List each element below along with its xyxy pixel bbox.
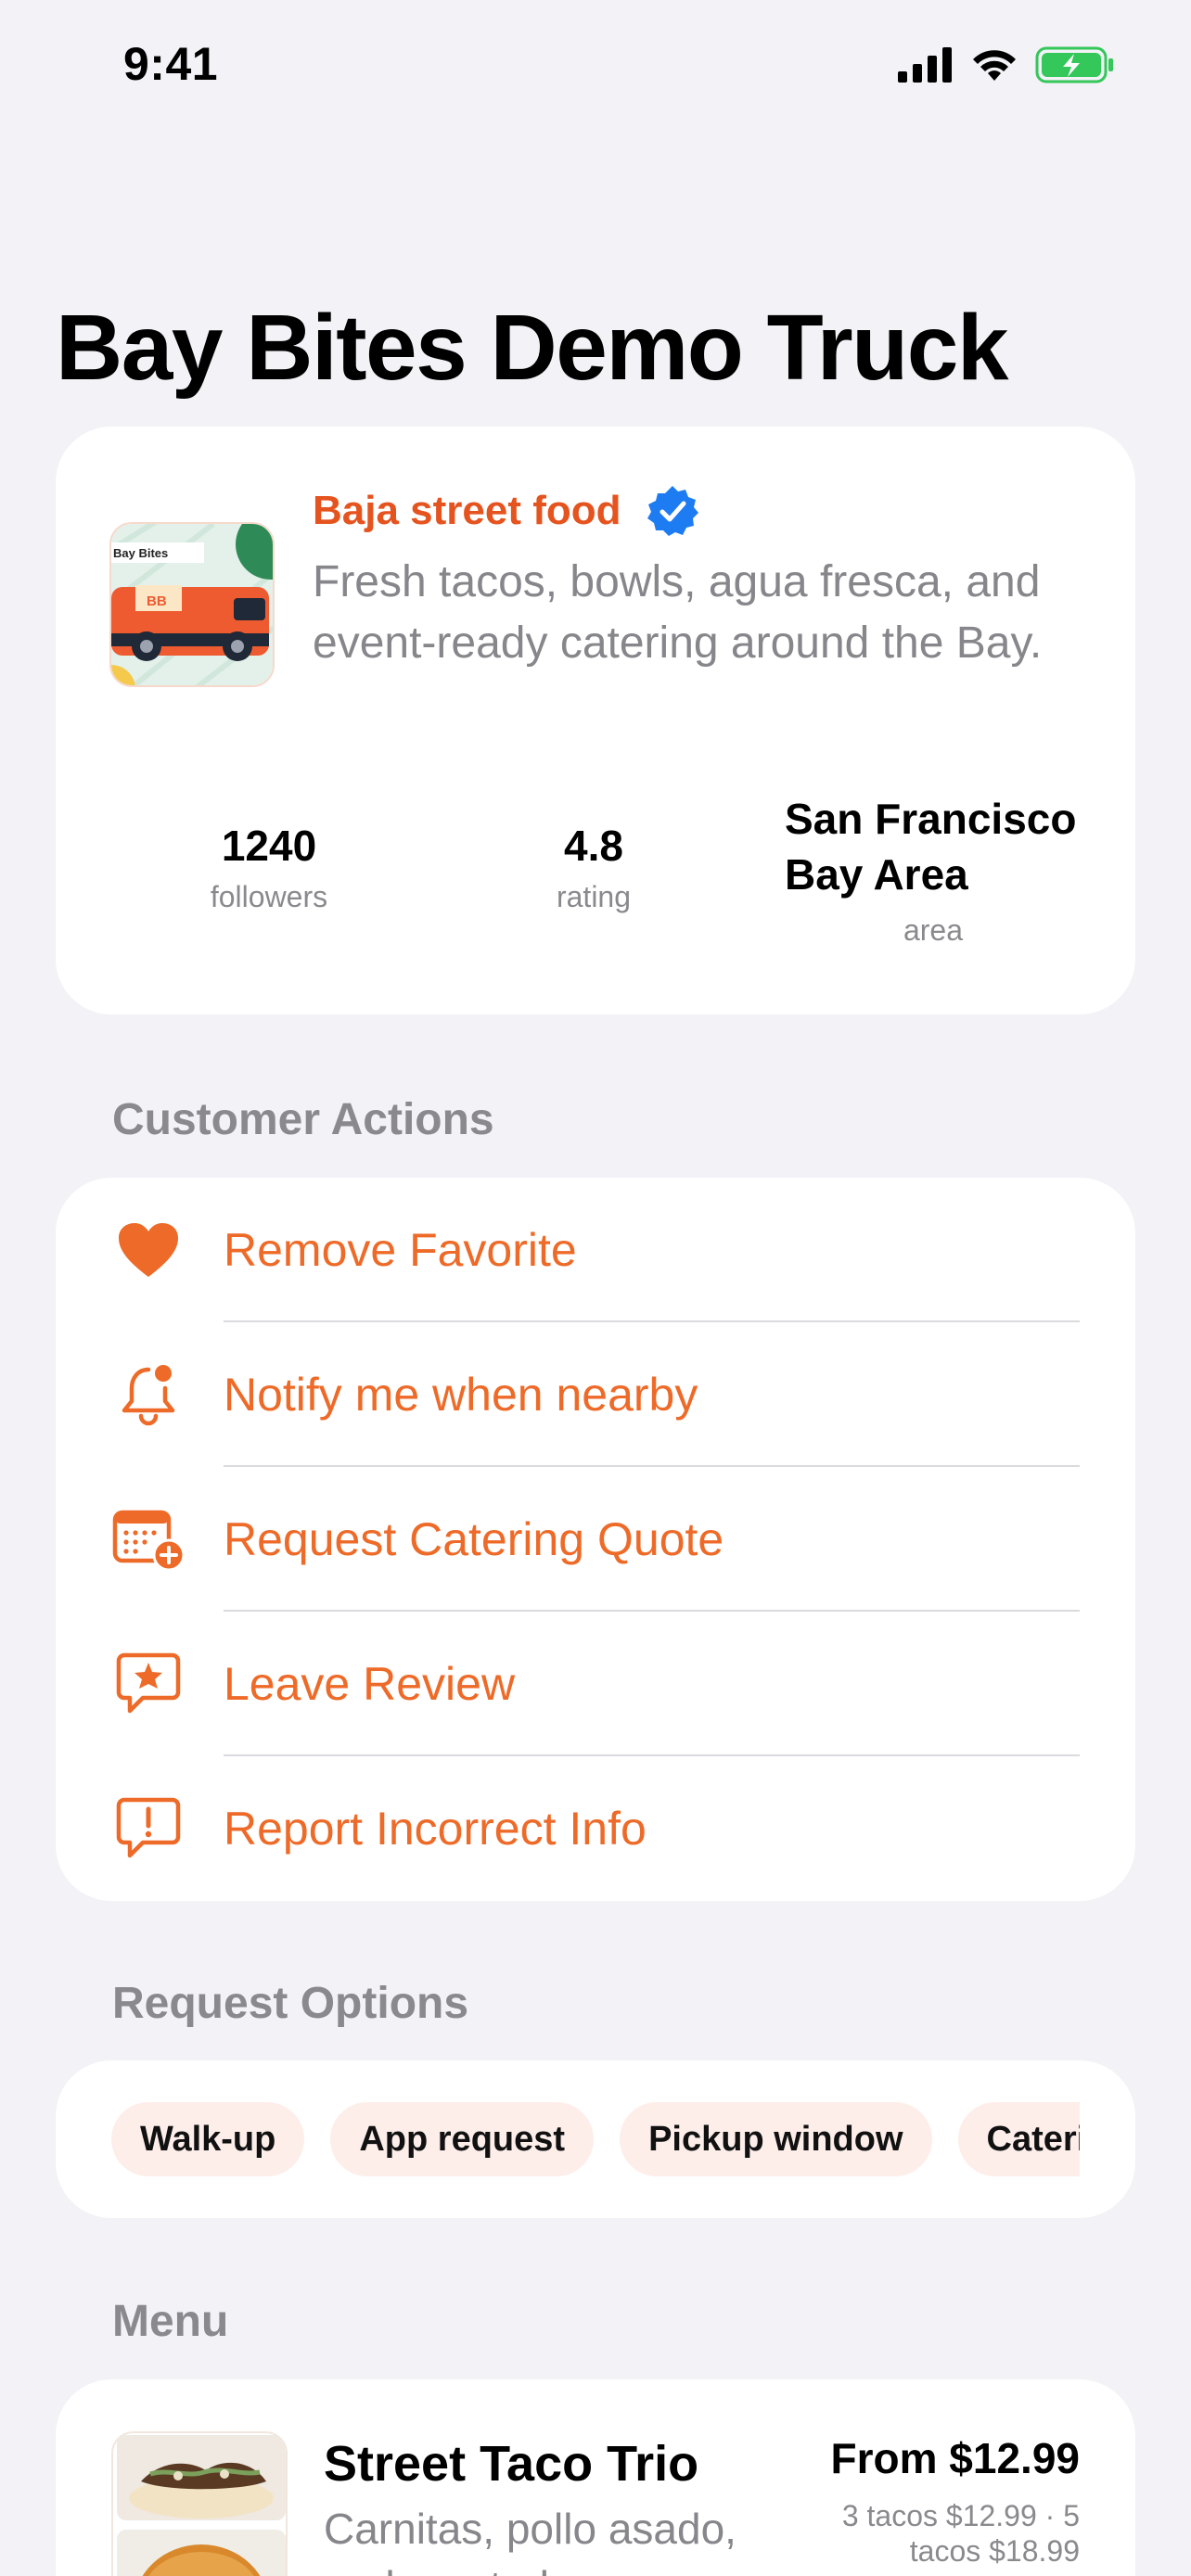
- svg-text:BB: BB: [147, 593, 167, 609]
- svg-text:Bay Bites: Bay Bites: [113, 546, 168, 560]
- menu-item-description: Carnitas, pollo asado, and roasted: [324, 2505, 736, 2576]
- menu-item-price: From $12.99: [830, 2434, 1080, 2482]
- remove-favorite-row[interactable]: Remove Favorite: [56, 1178, 1135, 1322]
- stat-area: San Francisco Bay Area area: [785, 791, 1082, 948]
- profile-card: Bay Bites BB Baja street food Fresh taco…: [56, 427, 1135, 1014]
- exclamation-bubble-icon: [111, 1792, 186, 1866]
- category-row: Baja street food: [313, 484, 699, 538]
- report-info-row[interactable]: Report Incorrect Info: [56, 1756, 1135, 1901]
- notify-nearby-label: Notify me when nearby: [224, 1369, 698, 1421]
- menu-item-price-detail: 3 tacos $12.99 · 5 tacos $18.99: [841, 2499, 1080, 2568]
- menu-item-image: [111, 2431, 288, 2576]
- signal-icon: [898, 47, 952, 83]
- menu-header: Menu: [112, 2297, 229, 2346]
- status-icons: [898, 46, 1115, 83]
- bell-icon: [111, 1358, 186, 1432]
- chip-app-request[interactable]: App request: [330, 2102, 595, 2176]
- category-label: Baja street food: [313, 488, 621, 533]
- truck-thumbnail: Bay Bites BB: [109, 522, 275, 687]
- rating-value: 4.8: [564, 822, 623, 870]
- chip-pickup-window[interactable]: Pickup window: [620, 2102, 932, 2176]
- notify-nearby-row[interactable]: Notify me when nearby: [56, 1322, 1135, 1467]
- wifi-icon: [973, 50, 1016, 81]
- verified-badge-icon: [647, 486, 698, 536]
- request-catering-label: Request Catering Quote: [224, 1513, 724, 1565]
- request-catering-row[interactable]: Request Catering Quote: [56, 1467, 1135, 1612]
- followers-value: 1240: [221, 822, 317, 870]
- followers-label: followers: [210, 880, 328, 913]
- calendar-plus-icon: [111, 1502, 186, 1576]
- chip-catering[interactable]: Catering: [957, 2102, 1080, 2176]
- stat-rating: 4.8 rating: [519, 821, 668, 914]
- star-bubble-icon: [111, 1647, 186, 1721]
- heart-icon: [111, 1213, 186, 1287]
- page-title: Bay Bites Demo Truck: [56, 296, 1008, 400]
- area-value: San Francisco Bay Area: [785, 795, 1077, 899]
- stat-followers: 1240 followers: [176, 821, 362, 914]
- report-info-label: Report Incorrect Info: [224, 1803, 647, 1855]
- menu-card: Street Taco Trio Carnitas, pollo asado, …: [56, 2379, 1135, 2576]
- battery-charging-icon: [1035, 46, 1113, 83]
- chip-scroller[interactable]: Walk-up App request Pickup window Cateri…: [111, 2102, 1080, 2176]
- chip-walk-up[interactable]: Walk-up: [111, 2102, 305, 2176]
- request-options-header: Request Options: [112, 1979, 469, 2028]
- truck-description: Fresh tacos, bowls, agua fresca, and eve…: [313, 557, 1043, 668]
- request-options-card: Walk-up App request Pickup window Cateri…: [56, 2060, 1135, 2218]
- customer-actions-header: Customer Actions: [112, 1095, 494, 1144]
- rating-label: rating: [556, 880, 632, 913]
- remove-favorite-label: Remove Favorite: [224, 1224, 577, 1276]
- leave-review-label: Leave Review: [224, 1658, 516, 1710]
- area-label: area: [903, 913, 964, 947]
- status-time: 9:41: [123, 38, 219, 90]
- menu-item-name: Street Taco Trio: [324, 2436, 699, 2492]
- status-bar: 9:41: [0, 0, 1191, 130]
- leave-review-row[interactable]: Leave Review: [56, 1612, 1135, 1756]
- customer-actions-card: Remove Favorite Notify me when nearby Re…: [56, 1178, 1135, 1901]
